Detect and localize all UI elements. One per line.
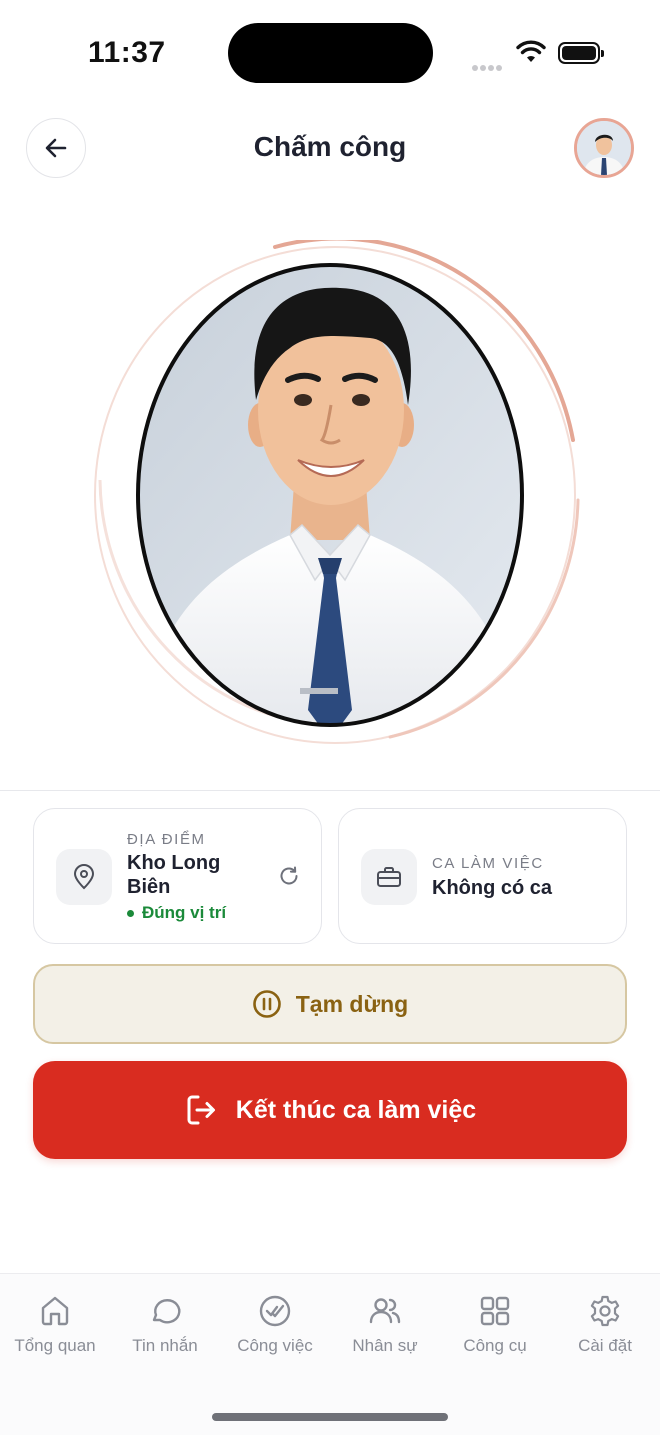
face-camera-frame — [90, 236, 590, 750]
status-time: 11:37 — [88, 36, 166, 69]
chat-icon — [152, 1299, 181, 1324]
shift-card[interactable]: CA LÀM VIỆC Không có ca — [338, 808, 627, 944]
nav-label: Công việc — [237, 1336, 313, 1355]
shift-value: Không có ca — [432, 877, 553, 899]
dynamic-island — [228, 23, 433, 83]
location-status: Đúng vị trí — [127, 903, 226, 923]
location-value: Kho Long Biên — [127, 852, 221, 898]
status-dot — [127, 909, 134, 917]
shift-label: CA LÀM VIỆC — [432, 855, 544, 872]
gear-icon — [590, 1295, 620, 1327]
cellular-signal-icon — [472, 58, 504, 76]
avatar[interactable] — [574, 118, 634, 178]
nav-item-cong-viec[interactable]: Công việc — [220, 1294, 330, 1356]
refresh-icon[interactable] — [278, 865, 300, 892]
nav-label: Tổng quan — [14, 1336, 96, 1355]
logout-icon — [187, 1095, 215, 1125]
pause-button-label: Tạm dừng — [295, 990, 409, 1017]
nav-label: Công cụ — [463, 1336, 527, 1355]
task-check-icon — [259, 1295, 291, 1327]
bottom-nav: Tổng quan Tin nhắn Công việc Nhân sự Côn… — [0, 1273, 660, 1435]
section-divider — [0, 790, 660, 791]
end-shift-button-label: Kết thúc ca làm việc — [235, 1095, 477, 1124]
battery-icon — [558, 42, 604, 64]
nav-item-cai-dat[interactable]: Cài đặt — [550, 1294, 660, 1356]
location-label: ĐỊA ĐIỂM — [127, 831, 206, 848]
nav-item-nhan-su[interactable]: Nhân sự — [330, 1294, 440, 1356]
page-title: Chấm công — [253, 131, 407, 162]
people-icon — [369, 1298, 401, 1324]
pause-button[interactable]: Tạm dừng — [33, 964, 627, 1044]
nav-label: Nhân sự — [352, 1336, 418, 1355]
status-bar: 11:37 — [0, 0, 660, 100]
nav-label: Tin nhắn — [132, 1336, 198, 1355]
nav-item-cong-cu[interactable]: Công cụ — [440, 1294, 550, 1356]
grid-icon — [480, 1296, 510, 1326]
location-pin-icon — [56, 849, 112, 905]
home-icon — [41, 1296, 69, 1326]
nav-item-tong-quan[interactable]: Tổng quan — [0, 1294, 110, 1356]
nav-label: Cài đặt — [578, 1336, 632, 1355]
location-card[interactable]: ĐỊA ĐIỂM Kho Long Biên Đúng vị trí — [33, 808, 322, 944]
location-status-text: Đúng vị trí — [142, 903, 227, 922]
wifi-icon — [516, 40, 546, 69]
nav-item-tin-nhan[interactable]: Tin nhắn — [110, 1294, 220, 1356]
end-shift-button[interactable]: Kết thúc ca làm việc — [33, 1061, 627, 1159]
briefcase-icon — [361, 849, 417, 905]
home-indicator[interactable] — [212, 1413, 448, 1421]
pause-icon — [252, 990, 281, 1018]
